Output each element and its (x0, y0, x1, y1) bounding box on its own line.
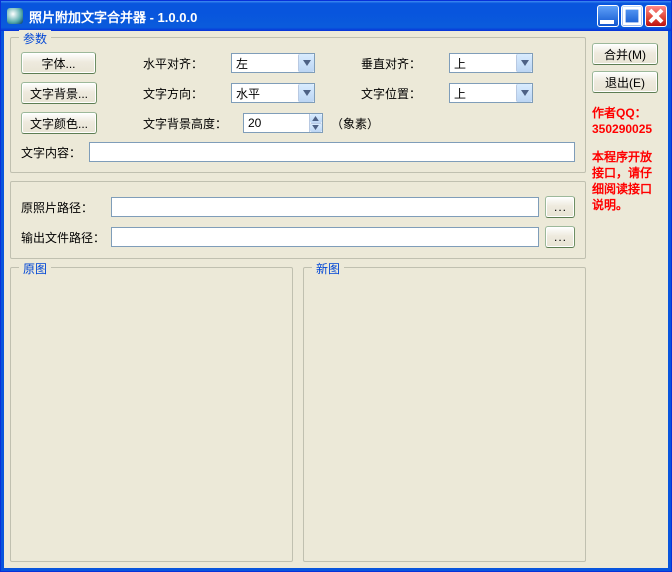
pos-label: 文字位置： (361, 85, 441, 102)
interface-note: 本程序开放接口，请仔细阅读接口说明。 (592, 149, 662, 213)
chevron-down-icon (298, 54, 314, 72)
font-button[interactable]: 字体... (21, 52, 96, 74)
text-bg-button[interactable]: 文字背景... (21, 82, 97, 104)
bgh-label: 文字背景高度： (143, 115, 235, 132)
text-content-input[interactable] (89, 142, 575, 162)
source-preview-legend: 原图 (19, 260, 51, 277)
source-preview-group: 原图 (10, 267, 293, 562)
text-content-label: 文字内容： (21, 144, 81, 161)
chevron-down-icon (516, 54, 532, 72)
pos-select[interactable]: 上 (449, 83, 533, 103)
output-preview-legend: 新图 (312, 260, 344, 277)
minimize-button[interactable] (597, 5, 619, 27)
author-label: 作者QQ： (592, 106, 647, 120)
close-button[interactable] (645, 5, 667, 27)
pos-value: 上 (454, 85, 516, 102)
app-window: 照片附加文字合并器 - 1.0.0.0 参数 字体... 水平对齐： 左 (0, 0, 672, 572)
chevron-down-icon (516, 84, 532, 102)
source-preview-canvas (21, 282, 282, 551)
bgh-input[interactable] (244, 114, 309, 132)
spinner-down-icon[interactable] (310, 123, 322, 133)
halign-value: 左 (236, 55, 298, 72)
params-group: 参数 字体... 水平对齐： 左 垂直对齐： 上 (10, 37, 586, 173)
params-legend: 参数 (19, 30, 51, 47)
halign-select[interactable]: 左 (231, 53, 315, 73)
valign-select[interactable]: 上 (449, 53, 533, 73)
author-info: 作者QQ： 350290025 (592, 105, 662, 137)
app-icon (7, 8, 23, 24)
halign-label: 水平对齐： (143, 55, 223, 72)
bgh-spinner[interactable] (243, 113, 323, 133)
source-browse-button[interactable]: ... (545, 196, 575, 218)
dir-label: 文字方向： (143, 85, 223, 102)
valign-label: 垂直对齐： (361, 55, 441, 72)
bgh-unit: （象素） (331, 115, 379, 132)
valign-value: 上 (454, 55, 516, 72)
merge-button[interactable]: 合并(M) (592, 43, 658, 65)
paths-group: 原照片路径： ... 输出文件路径： ... (10, 181, 586, 259)
titlebar[interactable]: 照片附加文字合并器 - 1.0.0.0 (1, 1, 671, 31)
exit-button[interactable]: 退出(E) (592, 71, 658, 93)
author-qq: 350290025 (592, 122, 652, 136)
dir-select[interactable]: 水平 (231, 83, 315, 103)
output-path-input[interactable] (111, 227, 539, 247)
chevron-down-icon (298, 84, 314, 102)
maximize-button[interactable] (621, 5, 643, 27)
source-path-input[interactable] (111, 197, 539, 217)
text-color-button[interactable]: 文字颜色... (21, 112, 97, 134)
output-preview-canvas (314, 282, 575, 551)
dir-value: 水平 (236, 85, 298, 102)
output-preview-group: 新图 (303, 267, 586, 562)
spinner-up-icon[interactable] (310, 114, 322, 123)
window-title: 照片附加文字合并器 - 1.0.0.0 (29, 7, 597, 26)
output-browse-button[interactable]: ... (545, 226, 575, 248)
source-path-label: 原照片路径： (21, 199, 105, 216)
output-path-label: 输出文件路径： (21, 229, 105, 246)
